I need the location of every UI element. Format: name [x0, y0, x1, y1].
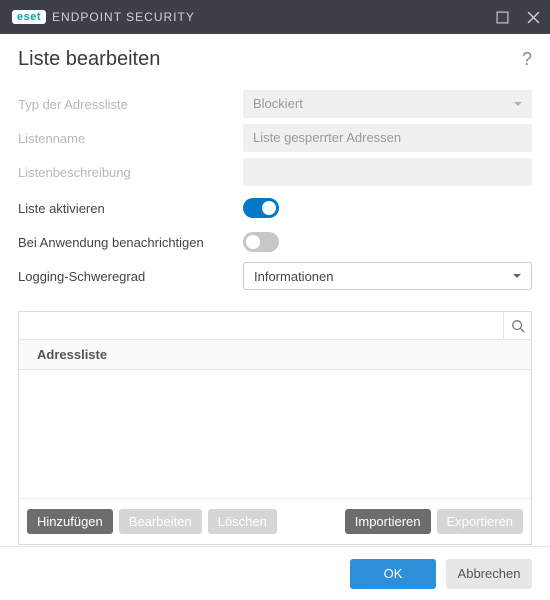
app-logo: eset ENDPOINT SECURITY — [12, 10, 195, 24]
notify-toggle[interactable] — [243, 232, 279, 252]
list-desc-field — [243, 158, 532, 186]
close-icon[interactable] — [527, 11, 540, 24]
titlebar: eset ENDPOINT SECURITY — [0, 0, 550, 34]
cancel-button[interactable]: Abbrechen — [446, 559, 532, 589]
ok-button[interactable]: OK — [350, 559, 436, 589]
export-button: Exportieren — [437, 509, 523, 534]
add-button[interactable]: Hinzufügen — [27, 509, 113, 534]
page-title: Liste bearbeiten — [18, 48, 160, 71]
list-name-field: Liste gesperrter Adressen — [243, 124, 532, 152]
search-icon[interactable] — [503, 312, 531, 339]
address-type-field: Blockiert — [243, 90, 532, 118]
list-name-value: Liste gesperrter Adressen — [253, 124, 401, 152]
import-button[interactable]: Importieren — [345, 509, 431, 534]
address-list-header: Adressliste — [19, 340, 531, 370]
list-name-label: Listenname — [18, 131, 243, 146]
enable-list-label: Liste aktivieren — [18, 201, 243, 216]
list-desc-label: Listenbeschreibung — [18, 165, 243, 180]
log-severity-value: Informationen — [254, 269, 334, 284]
address-type-label: Typ der Adressliste — [18, 97, 243, 112]
edit-button: Bearbeiten — [119, 509, 202, 534]
enable-list-toggle[interactable] — [243, 198, 279, 218]
log-severity-select[interactable]: Informationen — [243, 262, 532, 290]
dialog-footer: OK Abbrechen — [0, 546, 550, 600]
help-icon[interactable]: ? — [522, 49, 532, 70]
log-severity-label: Logging-Schweregrad — [18, 269, 243, 284]
search-input[interactable] — [19, 312, 503, 339]
maximize-icon[interactable] — [496, 11, 509, 24]
address-type-value: Blockiert — [253, 90, 303, 118]
address-list-panel: Adressliste Hinzufügen Bearbeiten Lösche… — [18, 311, 532, 545]
brand-badge: eset — [12, 10, 46, 24]
notify-label: Bei Anwendung benachrichtigen — [18, 235, 243, 250]
address-list-body — [19, 370, 531, 498]
delete-button: Löschen — [208, 509, 277, 534]
product-name: ENDPOINT SECURITY — [52, 10, 195, 24]
